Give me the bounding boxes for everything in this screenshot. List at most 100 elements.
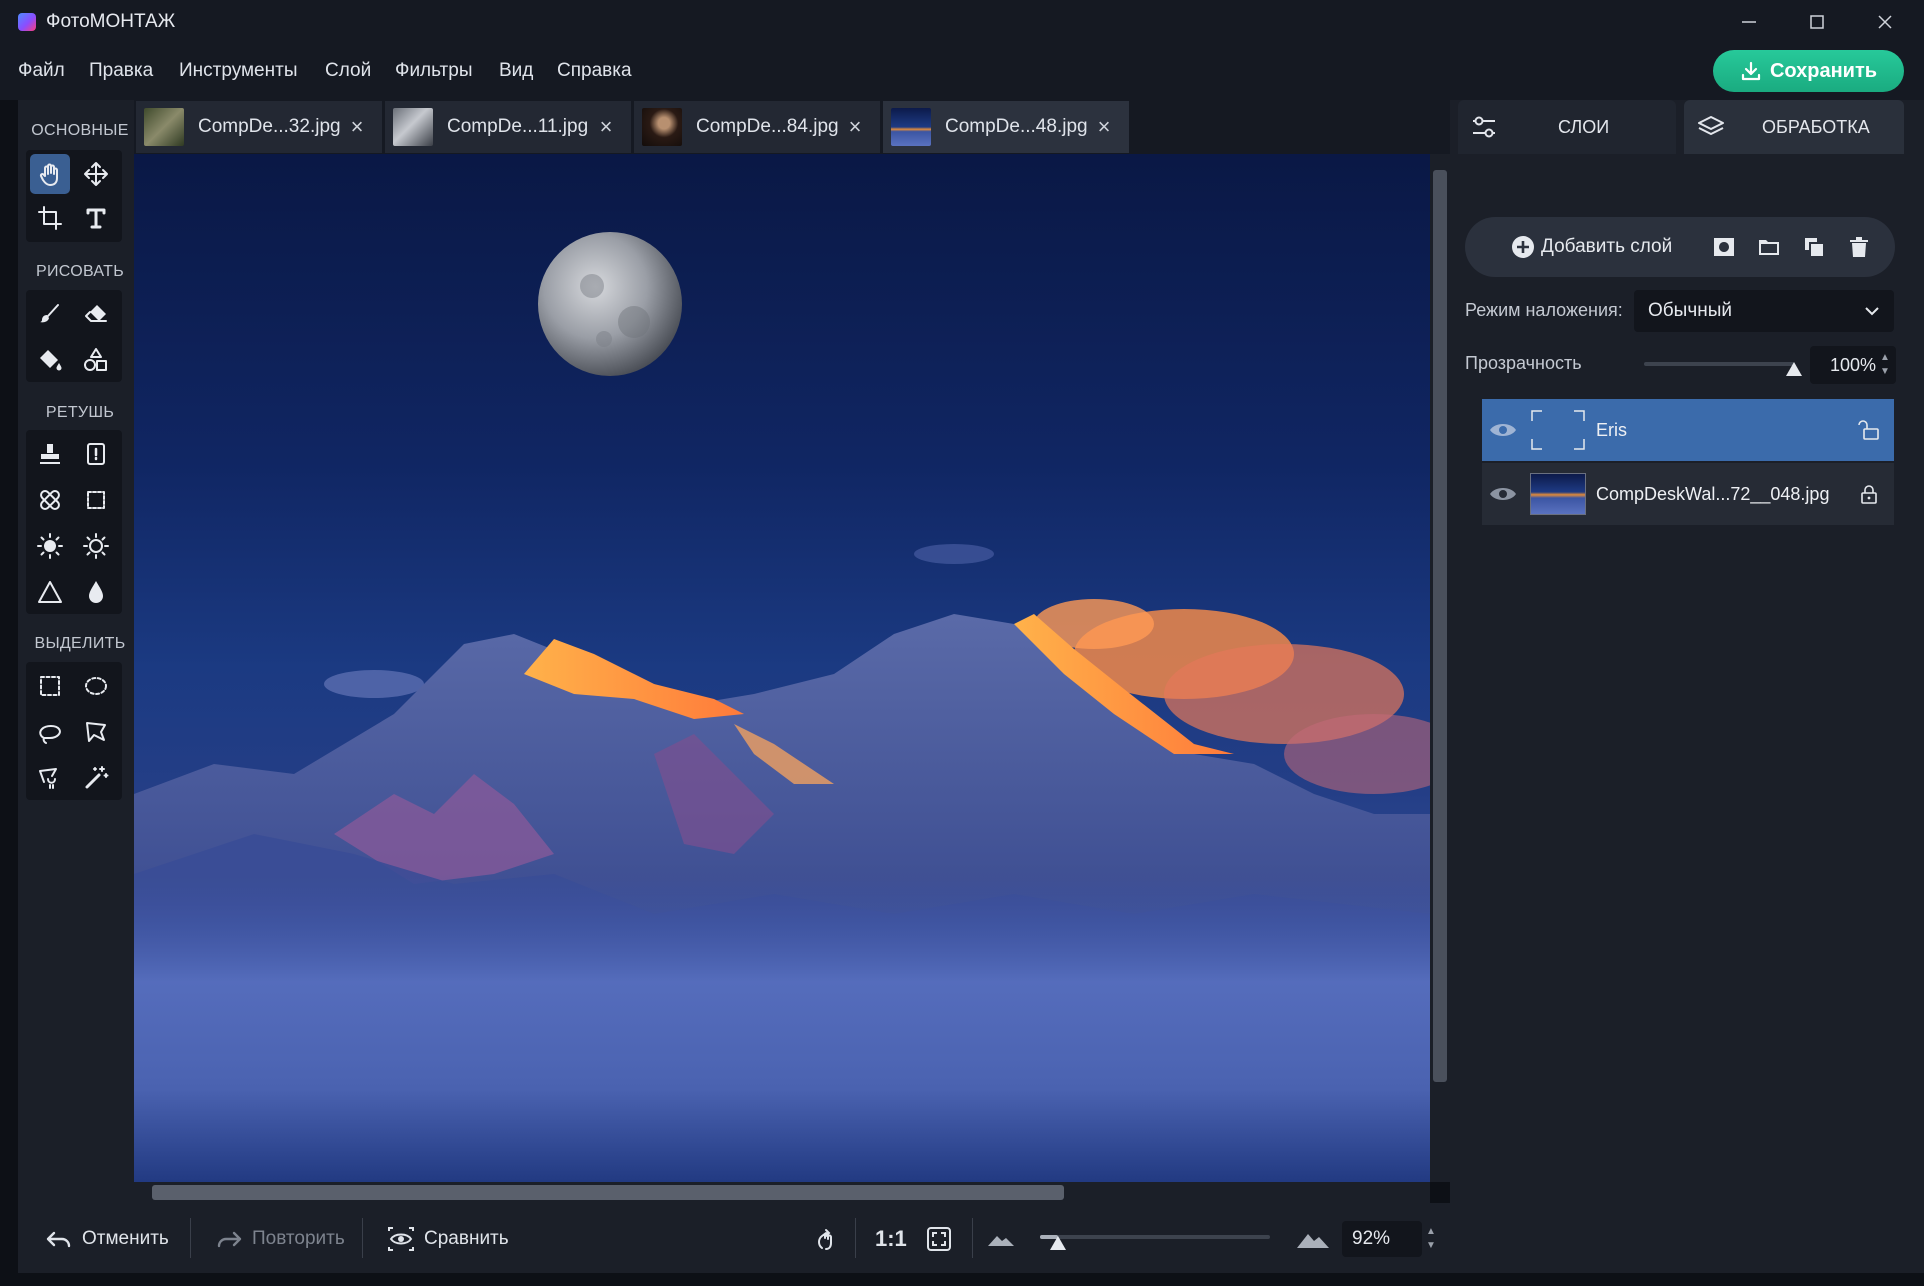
layer-row-background[interactable]: CompDeskWal...72__048.jpg bbox=[1482, 463, 1894, 525]
tab-label: CompDe...84.jpg bbox=[696, 116, 839, 137]
close-tab-icon[interactable]: × bbox=[346, 114, 368, 140]
add-mask-button[interactable] bbox=[1712, 235, 1736, 259]
hand-tool[interactable] bbox=[30, 154, 70, 194]
tab-processing[interactable]: ОБРАБОТКА bbox=[1684, 100, 1904, 154]
delete-layer-button[interactable] bbox=[1847, 235, 1871, 259]
rect-selection-icon bbox=[40, 676, 60, 696]
magic-wand-icon bbox=[85, 766, 109, 789]
menu-view[interactable]: Вид bbox=[499, 60, 533, 82]
magnetic-lasso-icon bbox=[39, 768, 57, 789]
close-tab-icon[interactable]: × bbox=[595, 114, 617, 140]
zoom-spinner[interactable]: ▲ ▼ bbox=[1422, 1221, 1440, 1257]
eye-icon[interactable] bbox=[1488, 484, 1518, 504]
tab-layers[interactable]: СЛОИ bbox=[1458, 100, 1676, 154]
horizontal-scroll-thumb[interactable] bbox=[152, 1185, 1064, 1200]
opacity-value-text: 100% bbox=[1829, 354, 1877, 375]
brush-tool[interactable] bbox=[30, 294, 70, 334]
actual-size-button[interactable]: 1:1 bbox=[875, 1222, 907, 1256]
text-icon bbox=[86, 208, 106, 229]
tab-document-3[interactable]: CompDe...84.jpg × bbox=[634, 101, 880, 153]
sliders-icon bbox=[1473, 116, 1495, 138]
close-tab-icon[interactable]: × bbox=[1093, 114, 1115, 140]
blend-mode-select[interactable]: Обычный bbox=[1634, 290, 1894, 332]
magic-wand-tool[interactable] bbox=[76, 758, 116, 798]
move-tool[interactable] bbox=[76, 154, 116, 194]
sharpen-tool[interactable] bbox=[30, 572, 70, 612]
undo-button[interactable]: Отменить bbox=[44, 1222, 169, 1256]
trash-icon bbox=[1850, 237, 1869, 257]
menu-help[interactable]: Справка bbox=[557, 60, 632, 82]
crop-tool[interactable] bbox=[30, 198, 70, 238]
save-button[interactable]: Сохранить bbox=[1713, 50, 1904, 92]
lasso-icon bbox=[39, 725, 61, 744]
tab-thumbnail bbox=[144, 108, 184, 146]
text-tool[interactable] bbox=[76, 198, 116, 238]
chevron-up-icon[interactable]: ▲ bbox=[1880, 351, 1890, 365]
layer-row-eris[interactable]: Eris bbox=[1482, 399, 1894, 461]
magnetic-lasso-tool[interactable] bbox=[30, 758, 70, 798]
menu-edit[interactable]: Правка bbox=[89, 60, 153, 82]
zoom-slider-track[interactable] bbox=[1040, 1235, 1270, 1239]
chevron-up-icon[interactable]: ▲ bbox=[1426, 1225, 1436, 1239]
eye-icon[interactable] bbox=[1488, 420, 1518, 440]
eraser-tool[interactable] bbox=[76, 294, 116, 334]
opacity-slider-track[interactable] bbox=[1644, 362, 1794, 366]
rotate-view-button[interactable] bbox=[812, 1222, 842, 1256]
darken-tool[interactable] bbox=[76, 526, 116, 566]
polygon-lasso-tool[interactable] bbox=[76, 712, 116, 752]
image-canvas[interactable] bbox=[134, 154, 1430, 1182]
fit-screen-button[interactable] bbox=[925, 1222, 953, 1256]
close-tab-icon[interactable]: × bbox=[844, 114, 866, 140]
menu-layer[interactable]: Слой bbox=[325, 60, 371, 82]
shapes-tool[interactable] bbox=[76, 340, 116, 380]
redo-label: Повторить bbox=[252, 1228, 345, 1249]
lasso-tool[interactable] bbox=[30, 712, 70, 752]
lighten-tool[interactable] bbox=[30, 526, 70, 566]
menu-tools[interactable]: Инструменты bbox=[179, 60, 297, 82]
compare-button[interactable]: Сравнить bbox=[386, 1222, 509, 1256]
vertical-scroll-thumb[interactable] bbox=[1433, 170, 1447, 1082]
zoom-out-button[interactable] bbox=[986, 1222, 1016, 1256]
stamp-tool[interactable] bbox=[30, 434, 70, 474]
patch-book-icon bbox=[87, 443, 105, 465]
open-folder-button[interactable] bbox=[1757, 235, 1781, 259]
rect-select-tool[interactable] bbox=[30, 666, 70, 706]
tab-label: CompDe...32.jpg bbox=[198, 116, 341, 137]
healing-tool[interactable] bbox=[30, 480, 70, 520]
zoom-value-text: 92% bbox=[1352, 1228, 1391, 1249]
minimize-icon bbox=[1742, 21, 1756, 23]
ellipse-select-tool[interactable] bbox=[76, 666, 116, 706]
tab-document-2[interactable]: CompDe...11.jpg × bbox=[385, 101, 631, 153]
zoom-input[interactable]: 92% bbox=[1342, 1221, 1422, 1257]
menu-filters[interactable]: Фильтры bbox=[395, 60, 472, 82]
lock-icon[interactable] bbox=[1856, 483, 1882, 505]
sun-filled-icon bbox=[37, 533, 63, 559]
tab-thumbnail bbox=[891, 108, 931, 146]
chevron-down-icon[interactable]: ▼ bbox=[1880, 365, 1890, 379]
blur-tool[interactable] bbox=[76, 572, 116, 612]
blend-mode-value: Обычный bbox=[1648, 300, 1732, 321]
tab-document-4[interactable]: CompDe...48.jpg × bbox=[883, 101, 1129, 153]
minimize-button[interactable] bbox=[1716, 0, 1782, 44]
zoom-in-button[interactable] bbox=[1296, 1222, 1330, 1256]
tab-document-1[interactable]: CompDe...32.jpg × bbox=[136, 101, 382, 153]
close-button[interactable] bbox=[1852, 0, 1918, 44]
zoom-slider-thumb[interactable] bbox=[1050, 1236, 1067, 1250]
section-basic-label: ОСНОВНЫЕ bbox=[31, 122, 129, 139]
add-layer-button[interactable]: Добавить слой bbox=[1511, 235, 1672, 259]
small-mountain-icon bbox=[988, 1236, 1014, 1246]
content-aware-tool[interactable] bbox=[76, 434, 116, 474]
tab-label: CompDe...48.jpg bbox=[945, 116, 1088, 137]
opacity-slider-thumb[interactable] bbox=[1786, 362, 1802, 376]
unlocked-icon[interactable] bbox=[1856, 419, 1882, 441]
opacity-spinner[interactable]: ▲ ▼ bbox=[1876, 346, 1894, 384]
separator bbox=[362, 1218, 363, 1258]
duplicate-layer-button[interactable] bbox=[1802, 235, 1826, 259]
maximize-button[interactable] bbox=[1784, 0, 1850, 44]
menu-file[interactable]: Файл bbox=[18, 60, 65, 82]
fill-tool[interactable] bbox=[30, 340, 70, 380]
redo-button[interactable]: Повторить bbox=[214, 1222, 345, 1256]
chevron-down-icon[interactable]: ▼ bbox=[1426, 1239, 1436, 1253]
tab-layers-label: СЛОИ bbox=[1558, 116, 1610, 137]
patch-tool[interactable] bbox=[76, 480, 116, 520]
